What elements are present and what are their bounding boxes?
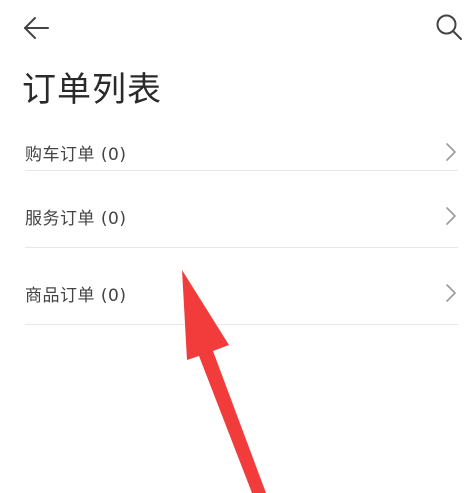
order-row-service[interactable]: 服务订单 (0) <box>25 196 458 236</box>
top-bar <box>0 0 476 60</box>
search-icon <box>436 14 462 40</box>
divider <box>25 247 458 248</box>
order-row-product[interactable]: 商品订单 (0) <box>25 273 458 313</box>
divider <box>25 324 458 325</box>
page-title: 订单列表 <box>22 70 162 110</box>
order-label-service: 服务订单 (0) <box>25 208 127 229</box>
back-button[interactable] <box>20 12 52 44</box>
order-label-product: 商品订单 (0) <box>25 285 127 306</box>
chevron-right-icon <box>446 284 456 302</box>
chevron-right-icon <box>446 207 456 225</box>
order-row-car[interactable]: 购车订单 (0) <box>25 132 458 172</box>
search-button[interactable] <box>432 10 466 44</box>
chevron-right-icon <box>446 143 456 161</box>
divider <box>25 170 458 171</box>
order-label-car: 购车订单 (0) <box>25 144 127 165</box>
arrow-left-icon <box>24 17 49 39</box>
